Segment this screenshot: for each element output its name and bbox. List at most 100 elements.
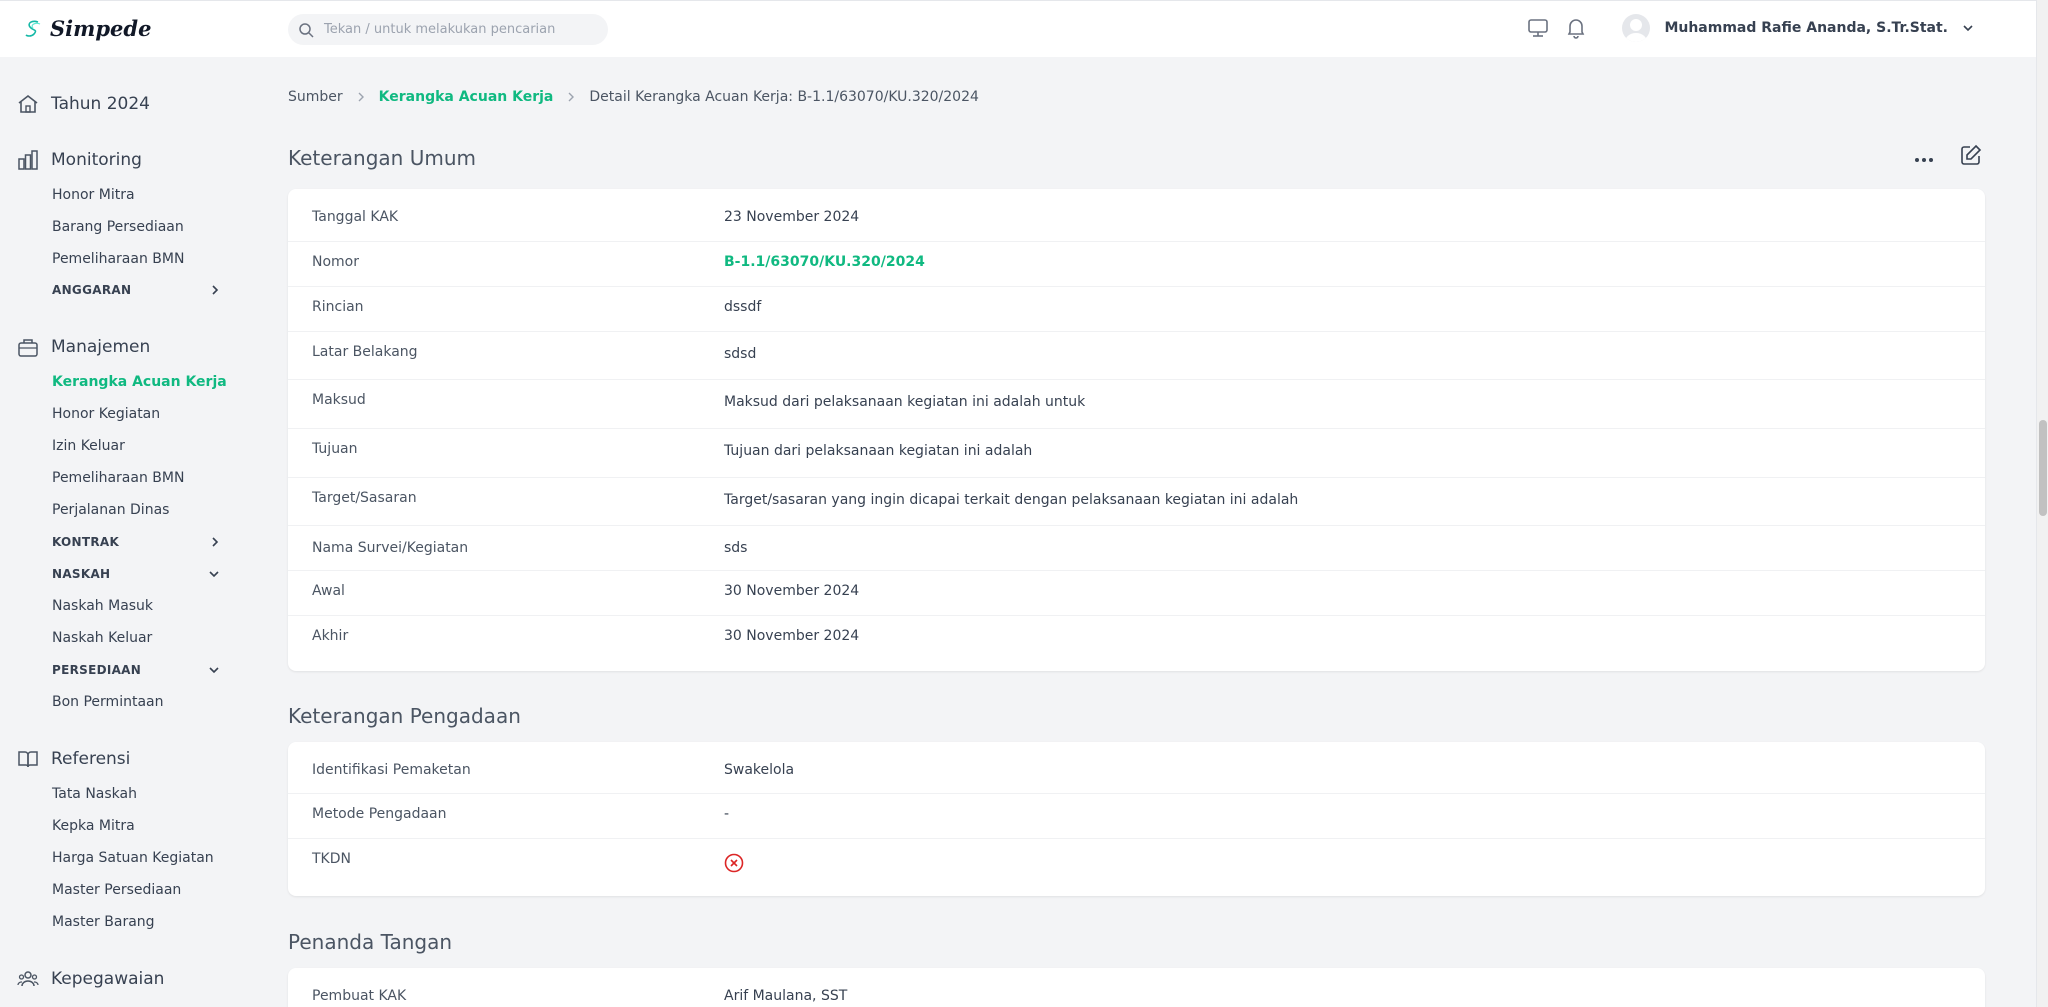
sidebar-section-kepegawaian[interactable]: Kepegawaian [17, 968, 164, 990]
detail-value: sdsd [724, 346, 757, 362]
chevron-right-icon [568, 92, 575, 102]
sidebar-item-year[interactable]: Tahun 2024 [17, 93, 150, 115]
detail-value: Maksud dari pelaksanaan kegiatan ini ada… [724, 394, 1086, 410]
top-bar: Simpede Tekan / untuk melakukan pencaria… [0, 0, 2036, 57]
detail-key: Maksud [312, 392, 366, 408]
sidebar-item-kerangka-acuan-kerja[interactable]: Kerangka Acuan Kerja [52, 374, 227, 390]
detail-value: 30 November 2024 [724, 583, 860, 599]
detail-row: Rincian dssdf [288, 287, 1985, 332]
detail-key: Latar Belakang [312, 344, 418, 360]
chevron-down-icon [209, 571, 219, 578]
detail-key: Nomor [312, 254, 359, 270]
detail-key: Target/Sasaran [312, 490, 417, 506]
edit-icon[interactable] [1960, 144, 1982, 170]
sidebar-item-perjalanan-dinas[interactable]: Perjalanan Dinas [52, 502, 169, 518]
section-title-pengadaan: Keterangan Pengadaan [288, 704, 521, 728]
sidebar-item-pemeliharaan-bmn-2[interactable]: Pemeliharaan BMN [52, 470, 184, 486]
x-circle-icon [724, 853, 744, 873]
sidebar-section-referensi[interactable]: Referensi [17, 748, 130, 770]
detail-key: Pembuat KAK [312, 988, 407, 1004]
chevron-down-icon[interactable] [1962, 22, 1974, 34]
sidebar-item-naskah-keluar[interactable]: Naskah Keluar [52, 630, 152, 646]
briefcase-icon [18, 339, 38, 357]
card-actions [1914, 144, 1982, 170]
sidebar-item-bon-permintaan[interactable]: Bon Permintaan [52, 694, 163, 710]
detail-row: Pembuat KAK Arif Maulana, SST [288, 968, 1985, 1007]
search-input[interactable]: Tekan / untuk melakukan pencarian [288, 14, 608, 45]
monitor-icon[interactable] [1526, 16, 1550, 40]
scrollbar[interactable] [2036, 0, 2048, 1007]
more-options-icon[interactable] [1914, 148, 1934, 167]
sidebar-referensi-label: Referensi [51, 749, 131, 769]
sidebar-item-master-barang[interactable]: Master Barang [52, 914, 155, 930]
detail-key: Identifikasi Pemaketan [312, 762, 471, 778]
detail-value-tkdn [724, 853, 744, 877]
detail-value: 23 November 2024 [724, 209, 860, 225]
detail-key: Tanggal KAK [312, 209, 399, 225]
detail-row: Akhir 30 November 2024 [288, 616, 1985, 671]
user-name[interactable]: Muhammad Rafie Ananda, S.Tr.Stat. [1664, 20, 1948, 36]
chevron-right-icon [358, 92, 364, 102]
sidebar-item-tata-naskah[interactable]: Tata Naskah [52, 786, 137, 802]
sidebar-item-barang-persediaan[interactable]: Barang Persediaan [52, 219, 184, 235]
card-penanda-tangan: Pembuat KAK Arif Maulana, SST [288, 968, 1985, 1007]
book-open-icon [18, 751, 38, 768]
sidebar-group-label: KONTRAK [52, 535, 120, 549]
detail-row: Awal 30 November 2024 [288, 571, 1985, 616]
sidebar-section-monitoring[interactable]: Monitoring [17, 149, 142, 171]
sidebar-item-naskah-masuk[interactable]: Naskah Masuk [52, 598, 153, 614]
sidebar-group-persediaan[interactable]: PERSEDIAAN [52, 663, 220, 677]
card-keterangan-pengadaan: Identifikasi Pemaketan Swakelola Metode … [288, 742, 1985, 896]
sidebar-item-kepka-mitra[interactable]: Kepka Mitra [52, 818, 135, 834]
detail-row: Nomor B-1.1/63070/KU.320/2024 [288, 242, 1985, 287]
detail-value-link[interactable]: B-1.1/63070/KU.320/2024 [724, 254, 925, 270]
detail-row: Tujuan Tujuan dari pelaksanaan kegiatan … [288, 429, 1985, 478]
chevron-right-icon [212, 537, 219, 547]
search-icon [299, 22, 314, 38]
sidebar-kepegawaian-label: Kepegawaian [51, 969, 165, 989]
bar-chart-icon [18, 150, 38, 170]
detail-value: 30 November 2024 [724, 628, 860, 644]
detail-key: TKDN [312, 851, 351, 867]
scrollbar-thumb[interactable] [2039, 420, 2047, 516]
bell-icon[interactable] [1564, 16, 1588, 40]
sidebar-group-anggaran[interactable]: ANGGARAN [52, 283, 220, 297]
detail-key: Rincian [312, 299, 364, 315]
detail-row: Identifikasi Pemaketan Swakelola [288, 742, 1985, 794]
sidebar-item-harga-satuan-kegiatan[interactable]: Harga Satuan Kegiatan [52, 850, 214, 866]
detail-key: Tujuan [312, 441, 358, 457]
sidebar-group-kontrak[interactable]: KONTRAK [52, 535, 220, 549]
sidebar-item-honor-kegiatan[interactable]: Honor Kegiatan [52, 406, 160, 422]
detail-value: Arif Maulana, SST [724, 988, 848, 1004]
chevron-down-icon [209, 667, 219, 674]
logo-icon [25, 20, 41, 37]
sidebar-section-manajemen[interactable]: Manajemen [17, 336, 150, 358]
sidebar: Tahun 2024 Monitoring Honor Mitra Barang… [0, 58, 240, 1007]
detail-row: Metode Pengadaan - [288, 794, 1985, 839]
sidebar-group-label: ANGGARAN [52, 283, 132, 297]
sidebar-item-honor-mitra[interactable]: Honor Mitra [52, 187, 135, 203]
avatar[interactable] [1622, 14, 1651, 42]
sidebar-year-label: Tahun 2024 [51, 94, 150, 114]
sidebar-group-label: PERSEDIAAN [52, 663, 142, 677]
detail-row: Maksud Maksud dari pelaksanaan kegiatan … [288, 380, 1985, 429]
section-title-penanda: Penanda Tangan [288, 930, 453, 954]
detail-row: Target/Sasaran Target/sasaran yang ingin… [288, 478, 1985, 526]
chevron-right-icon [212, 285, 219, 295]
sidebar-item-master-persediaan[interactable]: Master Persediaan [52, 882, 181, 898]
detail-row: Tanggal KAK 23 November 2024 [288, 189, 1985, 242]
detail-value: Target/sasaran yang ingin dicapai terkai… [724, 492, 1299, 508]
detail-value: Tujuan dari pelaksanaan kegiatan ini ada… [724, 443, 1033, 459]
breadcrumb: Sumber Kerangka Acuan Kerja Detail Keran… [288, 89, 979, 105]
detail-row: Latar Belakang sdsd [288, 332, 1985, 380]
sidebar-item-izin-keluar[interactable]: Izin Keluar [52, 438, 125, 454]
detail-key: Nama Survei/Kegiatan [312, 540, 469, 556]
detail-value: - [724, 806, 730, 822]
breadcrumb-parent[interactable]: Kerangka Acuan Kerja [379, 89, 554, 105]
sidebar-item-pemeliharaan-bmn[interactable]: Pemeliharaan BMN [52, 251, 184, 267]
detail-key: Akhir [312, 628, 349, 644]
sidebar-group-naskah[interactable]: NASKAH [52, 567, 220, 581]
sidebar-manajemen-label: Manajemen [51, 337, 151, 357]
app-logo[interactable]: Simpede [24, 16, 151, 41]
breadcrumb-root[interactable]: Sumber [288, 89, 343, 105]
